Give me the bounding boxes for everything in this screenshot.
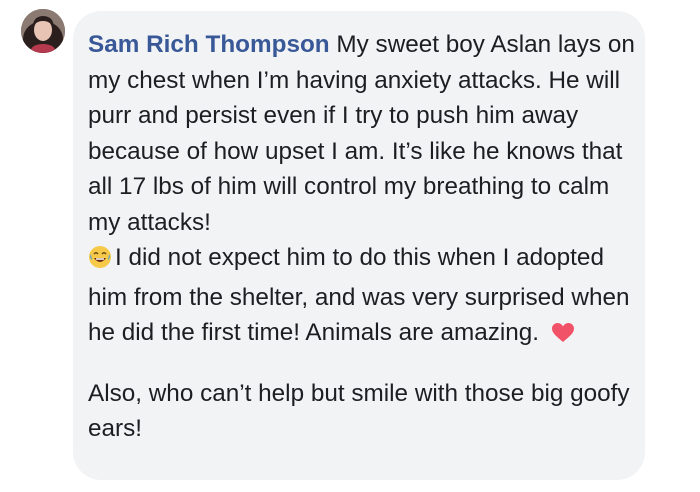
avatar-photo [21, 9, 65, 53]
author-name-link[interactable]: Sam Rich Thompson [88, 31, 330, 58]
comment-text-part-1: My sweet boy Aslan lays on my chest when… [88, 31, 635, 236]
heart-emoji-icon [551, 318, 574, 354]
comment-paragraph-2: Also, who can’t help but smile with thos… [88, 379, 630, 443]
comment-bubble: Sam Rich Thompson My sweet boy Aslan lay… [73, 11, 645, 480]
laughing-tears-emoji-icon [88, 244, 112, 280]
commenter-avatar[interactable] [21, 9, 65, 53]
comment-text-part-2: I did not expect him to do this when I a… [88, 244, 630, 346]
comment-paragraph-1: Sam Rich Thompson My sweet boy Aslan lay… [88, 27, 635, 354]
